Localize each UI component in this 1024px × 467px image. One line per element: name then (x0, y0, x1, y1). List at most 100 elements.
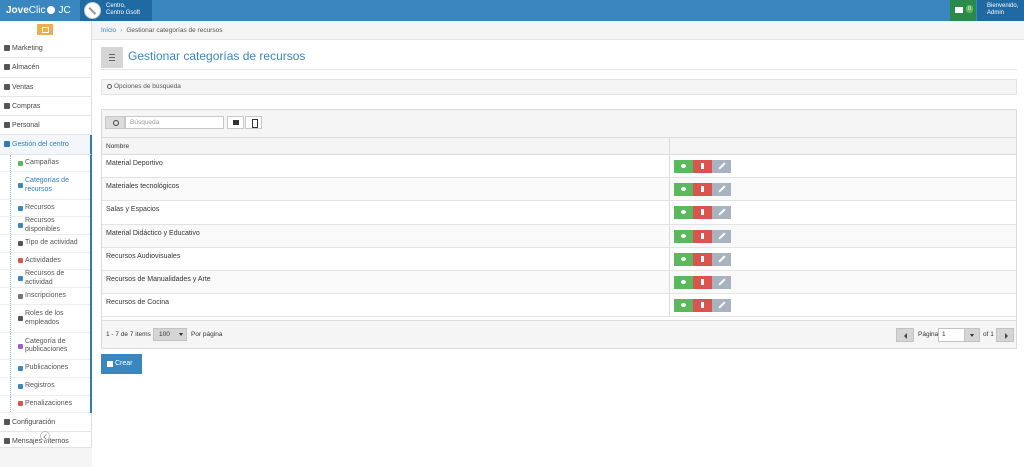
page-header: Gestionar categorías de recursos (101, 45, 1017, 70)
edit-button[interactable] (712, 275, 731, 289)
sidebar-item-almacen[interactable]: Almacén (0, 58, 92, 78)
app-logo[interactable]: JoveClic JC (6, 3, 76, 18)
table-row[interactable]: Salas y Espacios (102, 201, 1016, 225)
gear-icon (4, 419, 10, 426)
table-row[interactable]: Recursos de Manualidades y Arte (102, 270, 1016, 295)
sidebar-subitem-registros[interactable]: Registros (0, 378, 90, 396)
sidebar-subitem-recursos-disponibles[interactable]: Recursos disponibles (0, 217, 90, 236)
view-button[interactable] (674, 299, 693, 313)
export-pdf-button[interactable] (245, 116, 262, 129)
row-name: Salas y Espacios (106, 206, 160, 214)
categories-grid: Nombre Material Deportivo Materiales tec… (101, 109, 1017, 349)
per-page-label: Por página (191, 331, 223, 338)
row-name: Recursos de Manualidades y Arte (106, 275, 211, 283)
view-button[interactable] (674, 229, 693, 243)
edit-icon (18, 366, 23, 372)
lock-icon (18, 401, 23, 407)
column-divider (669, 224, 670, 247)
view-button[interactable] (674, 252, 693, 266)
sidebar-subitem-recursos-actividad[interactable]: Recursos de actividad (0, 270, 90, 288)
sidebar-subitem-inscripciones[interactable]: Inscripciones (0, 287, 90, 306)
previous-page-button[interactable] (896, 328, 914, 342)
column-divider (669, 155, 670, 178)
users-icon (18, 383, 23, 389)
print-button[interactable] (227, 116, 244, 129)
search-button[interactable] (105, 116, 125, 129)
tags-icon (18, 343, 23, 349)
table-row[interactable]: Material Deportivo (102, 155, 1016, 179)
sidebar: Marketing Almacén Ventas Compras Persona… (0, 21, 92, 467)
create-button[interactable]: Crear (101, 354, 142, 374)
sidebar-subitem-categorias-recursos[interactable]: Categorías de recursos (0, 172, 90, 200)
column-divider (669, 247, 670, 270)
edit-button[interactable] (712, 299, 731, 313)
delete-button[interactable] (693, 275, 712, 289)
sidebar-item-configuracion[interactable]: Configuración (0, 413, 92, 433)
table-row[interactable]: Recursos Audiovisuales (102, 247, 1016, 271)
column-divider (669, 294, 670, 317)
graduation-cap-icon (18, 258, 23, 264)
sidebar-subitem-actividades[interactable]: Actividades (0, 252, 90, 271)
copy-icon (18, 276, 23, 282)
column-divider (669, 178, 670, 201)
page-dropdown-button[interactable] (964, 328, 980, 342)
table-row[interactable]: Recursos de Cocina (102, 294, 1016, 318)
row-actions (674, 183, 731, 197)
row-actions (674, 252, 731, 266)
edit-button[interactable] (712, 183, 731, 197)
center-selector[interactable]: Centro, Centro Gsoft (80, 0, 152, 21)
sidebar-subitem-categoria-publicaciones[interactable]: Categoría de publicaciones (0, 332, 90, 361)
menu-icon[interactable] (101, 47, 123, 68)
view-button[interactable] (674, 275, 693, 289)
user-menu[interactable]: Bienvenido, Admin (977, 0, 1024, 21)
messages-button[interactable]: 0 (950, 0, 976, 21)
sidebar-subitem-penalizaciones[interactable]: Penalizaciones (0, 395, 90, 414)
edit-button[interactable] (712, 206, 731, 220)
logo-dot-icon (47, 6, 56, 15)
search-input[interactable] (125, 116, 224, 129)
sidebar-item-ventas[interactable]: Ventas (0, 78, 92, 97)
delete-button[interactable] (693, 206, 712, 220)
tags-icon (18, 183, 23, 189)
plus-icon (107, 361, 113, 367)
next-page-button[interactable] (996, 328, 1014, 342)
center-avatar-icon (84, 2, 101, 19)
edit-button[interactable] (712, 160, 731, 173)
view-button[interactable] (674, 160, 693, 173)
edit-button[interactable] (712, 252, 731, 266)
graduation-cap-icon (4, 122, 10, 129)
sidebar-shortcut-button[interactable] (37, 24, 53, 35)
row-name: Material Deportivo (106, 160, 163, 167)
delete-button[interactable] (693, 183, 712, 197)
view-button[interactable] (674, 206, 693, 220)
delete-button[interactable] (693, 299, 712, 313)
delete-button[interactable] (693, 252, 712, 266)
page-size-select[interactable]: 100 (153, 328, 187, 341)
sidebar-subitem-roles-empleados[interactable]: Roles de los empleados (0, 305, 90, 333)
sidebar-subitem-publicaciones[interactable]: Publicaciones (0, 360, 90, 379)
breadcrumb-home-link[interactable]: Inicio (101, 27, 116, 34)
delete-button[interactable] (693, 229, 712, 243)
column-divider (669, 201, 670, 224)
sidebar-item-personal[interactable]: Personal (0, 116, 92, 136)
grid-pager: 1 - 7 de 7 items 100 Por página Página 1… (102, 320, 1016, 348)
column-header-nombre[interactable]: Nombre (106, 138, 129, 155)
search-options-panel[interactable]: Opciones de búsqueda (101, 79, 1017, 95)
table-row[interactable]: Materiales tecnológicos (102, 178, 1016, 202)
sidebar-subitem-recursos[interactable]: Recursos (0, 199, 90, 218)
sidebar-item-gestion-centro[interactable]: Gestión del centro (0, 135, 92, 155)
delete-button[interactable] (693, 160, 712, 173)
sidebar-subitem-tipo-actividad[interactable]: Tipo de actividad (0, 235, 90, 253)
chevron-down-icon (179, 333, 183, 336)
envelope-icon (955, 7, 963, 13)
sidebar-subitem-campanas[interactable]: Campañas (0, 154, 90, 173)
view-button[interactable] (674, 183, 693, 197)
edit-button[interactable] (712, 229, 731, 243)
sidebar-item-marketing[interactable]: Marketing (0, 39, 92, 59)
sidebar-collapse-icon[interactable] (40, 431, 50, 441)
tag-icon (18, 223, 23, 229)
table-row[interactable]: Material Didáctico y Educativo (102, 224, 1016, 248)
sidebar-item-compras[interactable]: Compras (0, 97, 92, 117)
row-name: Recursos de Cocina (106, 299, 170, 307)
grid-toolbar (102, 110, 1016, 138)
